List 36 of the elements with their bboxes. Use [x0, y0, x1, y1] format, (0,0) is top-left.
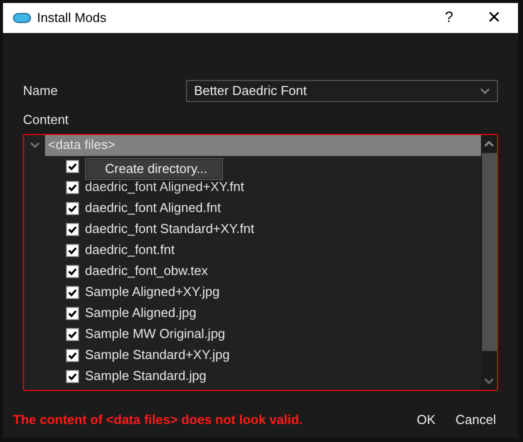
window-title: Install Mods — [37, 9, 106, 28]
close-button[interactable]: ✕ — [476, 4, 512, 32]
error-message: The content of <data files> does not look valid. — [13, 410, 304, 428]
scroll-down-icon[interactable] — [484, 378, 494, 384]
checkbox[interactable] — [66, 160, 79, 172]
scrollbar[interactable] — [481, 134, 497, 390]
file-label[interactable]: daedric_font.fnt — [85, 240, 175, 260]
menu-item[interactable]: Create directory... — [87, 160, 221, 178]
checkbox[interactable] — [66, 370, 79, 382]
name-combobox[interactable]: Better Daedric Font — [186, 80, 498, 102]
app-icon — [13, 13, 31, 23]
file-label[interactable]: daedric_font_obw.tex — [85, 260, 208, 282]
checkbox[interactable] — [66, 264, 79, 278]
checkbox[interactable] — [66, 306, 79, 320]
file-label[interactable]: daedric_font Standard+XY.fnt — [85, 218, 254, 240]
file-label[interactable]: daedric_font Aligned+XY.fnt — [85, 176, 244, 198]
checkbox[interactable] — [66, 222, 79, 236]
content-label: Content — [23, 111, 70, 129]
checkbox[interactable] — [66, 348, 79, 362]
checkbox[interactable] — [66, 244, 79, 256]
checkbox[interactable] — [66, 202, 79, 214]
scroll-up-icon[interactable] — [484, 140, 494, 146]
file-label[interactable]: Sample Standard+XY.jpg — [85, 344, 230, 366]
file-label[interactable]: daedric_font Aligned.fnt — [85, 198, 221, 218]
name-label: Name — [23, 82, 59, 100]
checkbox[interactable] — [66, 286, 79, 298]
checkbox[interactable] — [66, 180, 79, 194]
help-button[interactable]: ? — [434, 4, 464, 32]
dialog-button[interactable]: OK — [416, 406, 436, 432]
scroll-thumb[interactable] — [482, 152, 496, 350]
file-label[interactable]: Sample Aligned.jpg — [85, 302, 196, 324]
file-label[interactable]: Sample Aligned+XY.jpg — [85, 282, 220, 302]
dialog-button[interactable]: Cancel — [456, 406, 496, 432]
checkbox[interactable] — [66, 328, 79, 340]
file-label[interactable]: Sample MW Original.jpg — [85, 324, 226, 344]
file-label[interactable]: Sample Standard.jpg — [85, 366, 206, 386]
